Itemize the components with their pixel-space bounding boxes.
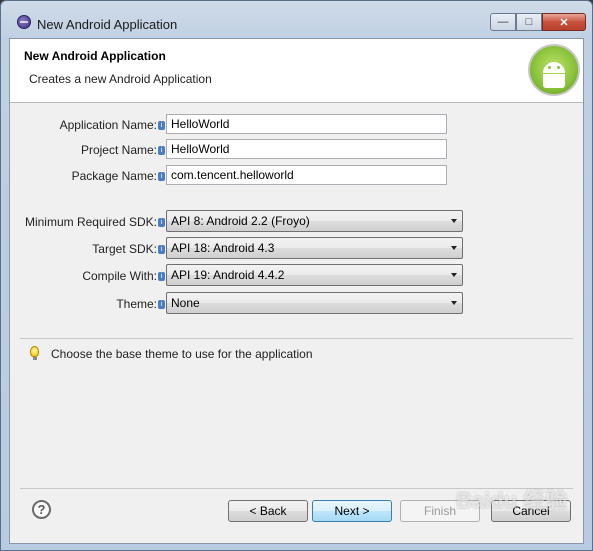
watermark: Baidu 经验 <box>456 488 568 513</box>
android-logo-icon <box>528 44 580 96</box>
project-name-label: Project Name: i <box>30 143 165 157</box>
application-name-input[interactable]: HelloWorld <box>166 114 447 134</box>
window-title: New Android Application <box>37 17 178 32</box>
dropdown-arrow-icon <box>451 246 457 250</box>
window-controls: — □ ✕ <box>490 13 586 31</box>
info-icon: i <box>158 272 165 282</box>
close-button[interactable]: ✕ <box>542 13 586 31</box>
target-sdk-label: Target SDK: i <box>20 242 165 256</box>
minimize-button[interactable]: — <box>490 13 516 31</box>
help-icon[interactable]: ? <box>32 500 51 519</box>
theme-select[interactable]: None <box>166 292 463 314</box>
title-bar[interactable]: New Android Application — □ ✕ <box>1 1 592 39</box>
eclipse-icon <box>17 15 31 29</box>
dialog-client-area: New Android Application Creates a new An… <box>9 38 584 544</box>
theme-label: Theme: i <box>20 297 165 311</box>
project-name-input[interactable]: HelloWorld <box>166 139 447 159</box>
info-icon: i <box>158 146 165 156</box>
page-title: New Android Application <box>24 49 166 63</box>
dropdown-arrow-icon <box>451 219 457 223</box>
min-sdk-select[interactable]: API 8: Android 2.2 (Froyo) <box>166 210 463 232</box>
info-icon: i <box>158 218 165 228</box>
info-icon: i <box>158 172 165 182</box>
info-icon: i <box>158 121 165 131</box>
compile-with-label: Compile With: i <box>20 269 165 283</box>
package-name-label: Package Name: i <box>30 169 165 183</box>
page-subtitle: Creates a new Android Application <box>29 72 212 86</box>
dropdown-arrow-icon <box>451 273 457 277</box>
application-name-label: Application Name: i <box>30 118 165 132</box>
dropdown-arrow-icon <box>451 301 457 305</box>
package-name-input[interactable]: com.tencent.helloworld <box>166 165 447 185</box>
back-button[interactable]: < Back <box>228 500 308 522</box>
info-icon: i <box>158 245 165 255</box>
compile-with-select[interactable]: API 19: Android 4.4.2 <box>166 264 463 286</box>
next-button[interactable]: Next > <box>312 500 392 522</box>
dialog-window: New Android Application — □ ✕ New Androi… <box>0 0 593 551</box>
target-sdk-select[interactable]: API 18: Android 4.3 <box>166 237 463 259</box>
maximize-button[interactable]: □ <box>516 13 542 31</box>
hint-text: Choose the base theme to use for the app… <box>51 347 313 361</box>
info-icon: i <box>158 300 165 310</box>
lightbulb-icon <box>30 346 39 360</box>
wizard-header: New Android Application Creates a new An… <box>10 39 583 103</box>
separator <box>20 338 573 339</box>
min-sdk-label: Minimum Required SDK: i <box>20 215 165 229</box>
